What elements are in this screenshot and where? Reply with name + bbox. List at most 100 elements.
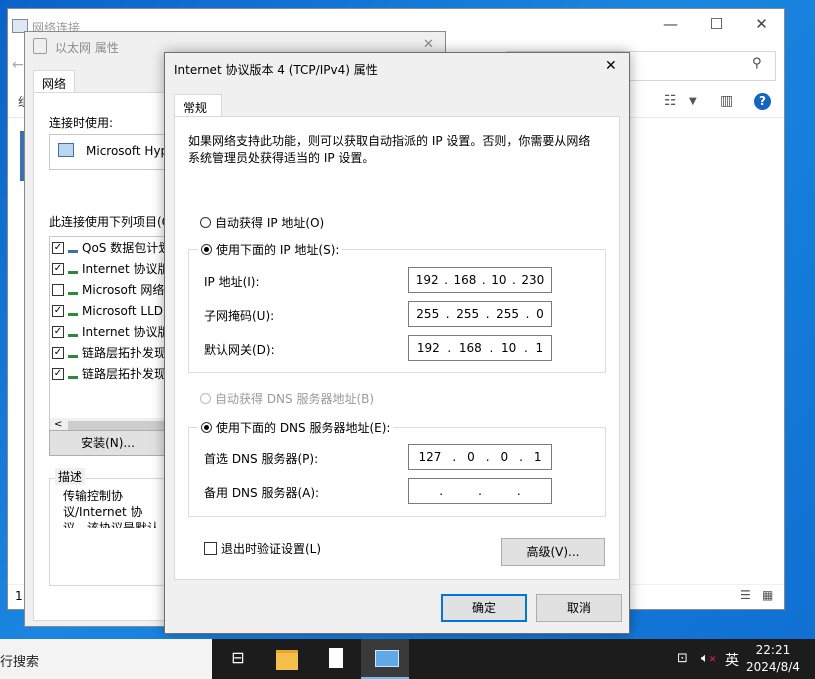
search-box[interactable]: 行搜索 <box>0 639 212 679</box>
clock-date: 2024/8/4 <box>746 660 800 674</box>
ip-address-field[interactable]: 192. 168. 10. 230 <box>408 267 552 293</box>
adapter-box: Microsoft Hyper-V Network Adapter <box>49 134 171 170</box>
ime-indicator[interactable]: 英 <box>725 650 739 670</box>
connect-using-label: 连接时使用: <box>49 116 114 130</box>
preferred-dns-field[interactable]: 127. 0. 0. 1 <box>408 444 552 470</box>
cancel-button[interactable]: 取消 <box>536 594 622 622</box>
minimize-button[interactable]: — <box>648 9 693 41</box>
item-label: QoS 数据包计划程序 <box>82 241 171 255</box>
protocol-icon <box>68 327 78 337</box>
auto-ip-radio[interactable]: 自动获得 IP 地址(O) <box>200 214 324 231</box>
checkbox-label: 退出时验证设置(L) <box>221 542 322 556</box>
protocol-icon <box>68 348 78 358</box>
subnet-mask-field[interactable]: 255. 255. 255. 0 <box>408 301 552 327</box>
close-icon[interactable]: ✕ <box>423 37 434 52</box>
checkbox[interactable]: ✓ <box>52 325 64 338</box>
items-list[interactable]: ✓ QoS 数据包计划程序 ✓ Internet 协议版本 4 (TCP/IPv4)… <box>49 236 171 420</box>
radio-button[interactable] <box>201 422 212 433</box>
details-view-icon[interactable]: ☰ <box>740 588 751 602</box>
list-item[interactable]: Microsoft 网络适配器多路传送器协议 <box>52 281 170 301</box>
help-icon[interactable]: ? <box>754 93 771 110</box>
radio-button[interactable] <box>200 217 211 228</box>
subnet-mask-label: 子网掩码(U): <box>204 309 275 323</box>
item-label: 链路层拓扑发现映射器 I/O 驱动程序 <box>82 367 170 381</box>
tab-network[interactable]: 网络 <box>33 70 76 93</box>
gateway-field[interactable]: 192. 168. 10. 1 <box>408 335 552 361</box>
clock-time: 22:21 <box>755 643 791 657</box>
volume-muted-icon[interactable]: 🔈︎✕ <box>701 651 716 666</box>
item-count: 1 <box>15 589 23 603</box>
adapter-name: Microsoft Hyper-V Network Adapter <box>86 144 170 158</box>
auto-dns-radio[interactable]: 自动获得 DNS 服务器地址(B) <box>200 390 374 407</box>
gateway-label: 默认网关(D): <box>204 343 275 357</box>
network-connections-taskbar-icon[interactable] <box>361 639 409 679</box>
radio-label: 使用下面的 DNS 服务器地址(E): <box>216 421 391 435</box>
preview-pane-icon[interactable]: ▥ <box>720 93 733 109</box>
ipv4-properties-dialog: Internet 协议版本 4 (TCP/IPv4) 属性 ✕ 常规 如果网络支… <box>164 52 630 634</box>
item-label: Internet 协议版本 6 (TCP/IPv6) <box>82 325 170 339</box>
items-label: 此连接使用下列项目(O): <box>49 215 180 229</box>
list-item[interactable]: ✓ Internet 协议版本 4 (TCP/IPv4) <box>52 260 170 280</box>
list-item[interactable]: ✓ Internet 协议版本 6 (TCP/IPv6) <box>52 323 170 343</box>
ethernet-icon <box>33 38 47 54</box>
intro-text: 如果网络支持此功能，则可以获取自动指派的 IP 设置。否则，你需要从网络系统管理… <box>188 134 591 165</box>
use-ip-radio[interactable]: 使用下面的 IP 地址(S): <box>198 241 343 258</box>
network-status-icon[interactable]: ⊡ <box>677 651 688 666</box>
preferred-dns-label: 首选 DNS 服务器(P): <box>204 452 319 466</box>
item-label: Microsoft LLDP 协议驱动程序 <box>82 304 171 318</box>
close-button[interactable]: ✕ <box>739 9 784 41</box>
checkbox[interactable]: ✓ <box>52 367 64 380</box>
validate-checkbox[interactable]: 退出时验证设置(L) <box>204 540 321 557</box>
radio-label: 自动获得 IP 地址(O) <box>215 216 325 230</box>
advanced-button[interactable]: 高级(V)... <box>501 538 605 566</box>
task-view-icon[interactable]: ⊟ <box>214 639 262 679</box>
list-item[interactable]: ✓ 链路层拓扑发现响应程序 <box>52 344 170 364</box>
use-dns-radio[interactable]: 使用下面的 DNS 服务器地址(E): <box>198 419 394 436</box>
back-arrow-icon[interactable]: ← <box>12 57 24 73</box>
chevron-down-icon[interactable]: ▼ <box>689 96 697 107</box>
checkbox[interactable]: ✓ <box>52 304 64 317</box>
checkbox[interactable]: ✓ <box>52 346 64 359</box>
list-item[interactable]: ✓ 链路层拓扑发现映射器 I/O 驱动程序 <box>52 365 170 385</box>
checkbox[interactable] <box>52 283 64 296</box>
maximize-button[interactable]: ☐ <box>694 9 739 41</box>
tab-general[interactable]: 常规 <box>174 94 223 118</box>
qos-icon <box>68 243 78 253</box>
alternate-dns-field[interactable]: ... <box>408 478 552 504</box>
description-text: 传输控制协议/Internet 协议。该协议是默认的广域网络协议，用于在不同的相… <box>63 489 160 528</box>
alternate-dns-label: 备用 DNS 服务器(A): <box>204 486 320 500</box>
ip-address-label: IP 地址(I): <box>204 275 260 289</box>
item-label: 链路层拓扑发现响应程序 <box>82 346 170 360</box>
protocol-icon <box>68 285 78 295</box>
radio-label: 自动获得 DNS 服务器地址(B) <box>215 392 375 406</box>
file-explorer-icon[interactable] <box>262 639 310 679</box>
radio-button[interactable] <box>201 244 212 255</box>
item-label: Microsoft 网络适配器多路传送器协议 <box>82 283 170 297</box>
description-title: 描述 <box>55 468 86 485</box>
clock[interactable]: 22:21 2024/8/4 <box>746 642 800 676</box>
notepad-icon[interactable] <box>312 639 360 679</box>
list-item[interactable]: ✓ Microsoft LLDP 协议驱动程序 <box>52 302 171 322</box>
checkbox[interactable]: ✓ <box>52 241 64 254</box>
protocol-icon <box>68 369 78 379</box>
list-item[interactable]: ✓ QoS 数据包计划程序 <box>52 239 171 259</box>
checkbox[interactable]: ✓ <box>52 262 64 275</box>
protocol-icon <box>68 306 78 316</box>
view-options-icon[interactable]: ☷ <box>664 93 677 109</box>
close-icon[interactable]: ✕ <box>605 58 617 74</box>
tiles-view-icon[interactable]: ▦ <box>762 588 773 602</box>
radio-button[interactable] <box>200 393 211 404</box>
radio-label: 使用下面的 IP 地址(S): <box>216 243 340 257</box>
dialog-title: Internet 协议版本 4 (TCP/IPv4) 属性 <box>174 63 378 77</box>
install-button[interactable]: 安装(N)... <box>49 430 167 456</box>
item-label: Internet 协议版本 4 (TCP/IPv4) <box>82 262 170 276</box>
scroll-left-icon[interactable]: < <box>54 419 62 430</box>
checkbox[interactable] <box>204 542 217 555</box>
dialog-title: 以太网 属性 <box>55 41 119 55</box>
taskbar: 行搜索 ⊟ ⊡ 🔈︎✕ 英 <box>0 639 815 679</box>
ok-button[interactable]: 确定 <box>441 594 527 622</box>
search-placeholder: 行搜索 <box>0 655 40 670</box>
protocol-icon <box>68 264 78 274</box>
search-icon[interactable]: ⚲ <box>752 56 762 71</box>
adapter-icon <box>58 143 74 157</box>
